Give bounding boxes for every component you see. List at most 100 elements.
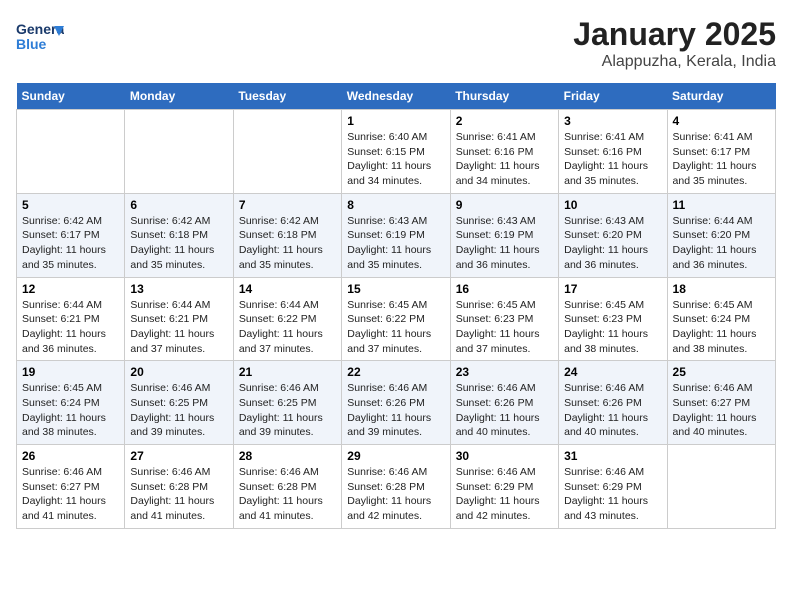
table-row: 29Sunrise: 6:46 AM Sunset: 6:28 PM Dayli… — [342, 445, 450, 529]
calendar-header: Sunday Monday Tuesday Wednesday Thursday… — [17, 83, 776, 110]
header-wednesday: Wednesday — [342, 83, 450, 110]
table-row: 27 Sunrise: 6:46 AM Sunset: 6:28 PM Dayli… — [125, 445, 233, 529]
day-number: 31 — [564, 449, 661, 463]
day-number: 13 — [130, 282, 227, 296]
header-sunday: Sunday — [17, 83, 125, 110]
day-number: 11 — [673, 198, 770, 212]
day-number: 3 — [564, 114, 661, 128]
table-row: 2 Sunrise: 6:41 AM Sunset: 6:16 PM Daylig… — [450, 110, 558, 194]
day-number: 4 — [673, 114, 770, 128]
table-row: 23 Sunrise: 6:46 AM Sunset: 6:26 PM Dayli… — [450, 361, 558, 445]
table-row: 9Sunrise: 6:43 AM Sunset: 6:19 PM Daylig… — [450, 193, 558, 277]
day-number: 17 — [564, 282, 661, 296]
day-info: Sunrise: 6:42 AM Sunset: 6:17 PM Dayligh… — [22, 214, 119, 273]
day-number: 15 — [347, 282, 444, 296]
day-info: Sunrise: 6:46 AM Sunset: 6:28 PM Dayligh… — [239, 465, 336, 524]
day-info: Sunrise: 6:46 AM Sunset: 6:25 PM Dayligh… — [130, 381, 227, 440]
table-row: 4 Sunrise: 6:41 AM Sunset: 6:17 PM Daylig… — [667, 110, 775, 194]
calendar-title: January 2025 — [573, 16, 776, 53]
day-info: Sunrise: 6:44 AM Sunset: 6:21 PM Dayligh… — [130, 298, 227, 357]
day-info: Sunrise: 6:46 AM Sunset: 6:29 PM Dayligh… — [456, 465, 553, 524]
logo: General Blue — [16, 16, 68, 56]
table-row: 25Sunrise: 6:46 AM Sunset: 6:27 PM Dayli… — [667, 361, 775, 445]
calendar-week-row: 26Sunrise: 6:46 AM Sunset: 6:27 PM Dayli… — [17, 445, 776, 529]
calendar-week-row: 12 Sunrise: 6:44 AM Sunset: 6:21 PM Dayli… — [17, 277, 776, 361]
calendar-body: 1Sunrise: 6:40 AM Sunset: 6:15 PM Daylig… — [17, 110, 776, 529]
day-number: 30 — [456, 449, 553, 463]
table-row — [667, 445, 775, 529]
table-row: 10 Sunrise: 6:43 AM Sunset: 6:20 PM Dayli… — [559, 193, 667, 277]
day-number: 22 — [347, 365, 444, 379]
day-number: 18 — [673, 282, 770, 296]
table-row: 15Sunrise: 6:45 AM Sunset: 6:22 PM Dayli… — [342, 277, 450, 361]
day-info: Sunrise: 6:44 AM Sunset: 6:20 PM Dayligh… — [673, 214, 770, 273]
day-number: 5 — [22, 198, 119, 212]
table-row: 20 Sunrise: 6:46 AM Sunset: 6:25 PM Dayli… — [125, 361, 233, 445]
day-number: 16 — [456, 282, 553, 296]
day-number: 14 — [239, 282, 336, 296]
day-number: 27 — [130, 449, 227, 463]
table-row — [233, 110, 341, 194]
day-number: 20 — [130, 365, 227, 379]
day-number: 25 — [673, 365, 770, 379]
table-row — [125, 110, 233, 194]
table-row: 14 Sunrise: 6:44 AM Sunset: 6:22 PM Dayli… — [233, 277, 341, 361]
table-row: 1Sunrise: 6:40 AM Sunset: 6:15 PM Daylig… — [342, 110, 450, 194]
day-info: Sunrise: 6:45 AM Sunset: 6:23 PM Dayligh… — [564, 298, 661, 357]
day-number: 2 — [456, 114, 553, 128]
day-info: Sunrise: 6:44 AM Sunset: 6:21 PM Dayligh… — [22, 298, 119, 357]
day-number: 21 — [239, 365, 336, 379]
day-info: Sunrise: 6:43 AM Sunset: 6:19 PM Dayligh… — [347, 214, 444, 273]
table-row: 21 Sunrise: 6:46 AM Sunset: 6:25 PM Dayli… — [233, 361, 341, 445]
table-row: 7Sunrise: 6:42 AM Sunset: 6:18 PM Daylig… — [233, 193, 341, 277]
day-info: Sunrise: 6:45 AM Sunset: 6:23 PM Dayligh… — [456, 298, 553, 357]
table-row: 30 Sunrise: 6:46 AM Sunset: 6:29 PM Dayli… — [450, 445, 558, 529]
table-row: 3Sunrise: 6:41 AM Sunset: 6:16 PM Daylig… — [559, 110, 667, 194]
calendar-week-row: 19 Sunrise: 6:45 AM Sunset: 6:24 PM Dayli… — [17, 361, 776, 445]
svg-text:Blue: Blue — [16, 36, 47, 52]
day-number: 28 — [239, 449, 336, 463]
day-number: 8 — [347, 198, 444, 212]
day-number: 19 — [22, 365, 119, 379]
day-number: 6 — [130, 198, 227, 212]
day-info: Sunrise: 6:40 AM Sunset: 6:15 PM Dayligh… — [347, 130, 444, 189]
header-tuesday: Tuesday — [233, 83, 341, 110]
table-row: 31Sunrise: 6:46 AM Sunset: 6:29 PM Dayli… — [559, 445, 667, 529]
table-row: 28 Sunrise: 6:46 AM Sunset: 6:28 PM Dayli… — [233, 445, 341, 529]
day-number: 10 — [564, 198, 661, 212]
logo-icon: General Blue — [16, 16, 64, 56]
day-number: 26 — [22, 449, 119, 463]
day-info: Sunrise: 6:46 AM Sunset: 6:28 PM Dayligh… — [347, 465, 444, 524]
day-info: Sunrise: 6:41 AM Sunset: 6:17 PM Dayligh… — [673, 130, 770, 189]
calendar-week-row: 5 Sunrise: 6:42 AM Sunset: 6:17 PM Daylig… — [17, 193, 776, 277]
calendar-table: Sunday Monday Tuesday Wednesday Thursday… — [16, 83, 776, 529]
day-info: Sunrise: 6:46 AM Sunset: 6:26 PM Dayligh… — [347, 381, 444, 440]
table-row: 5 Sunrise: 6:42 AM Sunset: 6:17 PM Daylig… — [17, 193, 125, 277]
day-info: Sunrise: 6:46 AM Sunset: 6:25 PM Dayligh… — [239, 381, 336, 440]
header-monday: Monday — [125, 83, 233, 110]
day-info: Sunrise: 6:46 AM Sunset: 6:28 PM Dayligh… — [130, 465, 227, 524]
day-info: Sunrise: 6:44 AM Sunset: 6:22 PM Dayligh… — [239, 298, 336, 357]
day-number: 23 — [456, 365, 553, 379]
header-saturday: Saturday — [667, 83, 775, 110]
day-info: Sunrise: 6:46 AM Sunset: 6:26 PM Dayligh… — [564, 381, 661, 440]
table-row: 11 Sunrise: 6:44 AM Sunset: 6:20 PM Dayli… — [667, 193, 775, 277]
day-info: Sunrise: 6:45 AM Sunset: 6:24 PM Dayligh… — [22, 381, 119, 440]
table-row: 6 Sunrise: 6:42 AM Sunset: 6:18 PM Daylig… — [125, 193, 233, 277]
table-row — [17, 110, 125, 194]
table-row: 24Sunrise: 6:46 AM Sunset: 6:26 PM Dayli… — [559, 361, 667, 445]
day-number: 7 — [239, 198, 336, 212]
table-row: 8 Sunrise: 6:43 AM Sunset: 6:19 PM Daylig… — [342, 193, 450, 277]
header-friday: Friday — [559, 83, 667, 110]
day-info: Sunrise: 6:41 AM Sunset: 6:16 PM Dayligh… — [456, 130, 553, 189]
table-row: 12 Sunrise: 6:44 AM Sunset: 6:21 PM Dayli… — [17, 277, 125, 361]
day-info: Sunrise: 6:46 AM Sunset: 6:26 PM Dayligh… — [456, 381, 553, 440]
day-info: Sunrise: 6:43 AM Sunset: 6:20 PM Dayligh… — [564, 214, 661, 273]
table-row: 18Sunrise: 6:45 AM Sunset: 6:24 PM Dayli… — [667, 277, 775, 361]
day-number: 12 — [22, 282, 119, 296]
table-row: 16 Sunrise: 6:45 AM Sunset: 6:23 PM Dayli… — [450, 277, 558, 361]
calendar-week-row: 1Sunrise: 6:40 AM Sunset: 6:15 PM Daylig… — [17, 110, 776, 194]
day-info: Sunrise: 6:42 AM Sunset: 6:18 PM Dayligh… — [130, 214, 227, 273]
table-row: 19 Sunrise: 6:45 AM Sunset: 6:24 PM Dayli… — [17, 361, 125, 445]
title-block: January 2025 Alappuzha, Kerala, India — [573, 16, 776, 71]
